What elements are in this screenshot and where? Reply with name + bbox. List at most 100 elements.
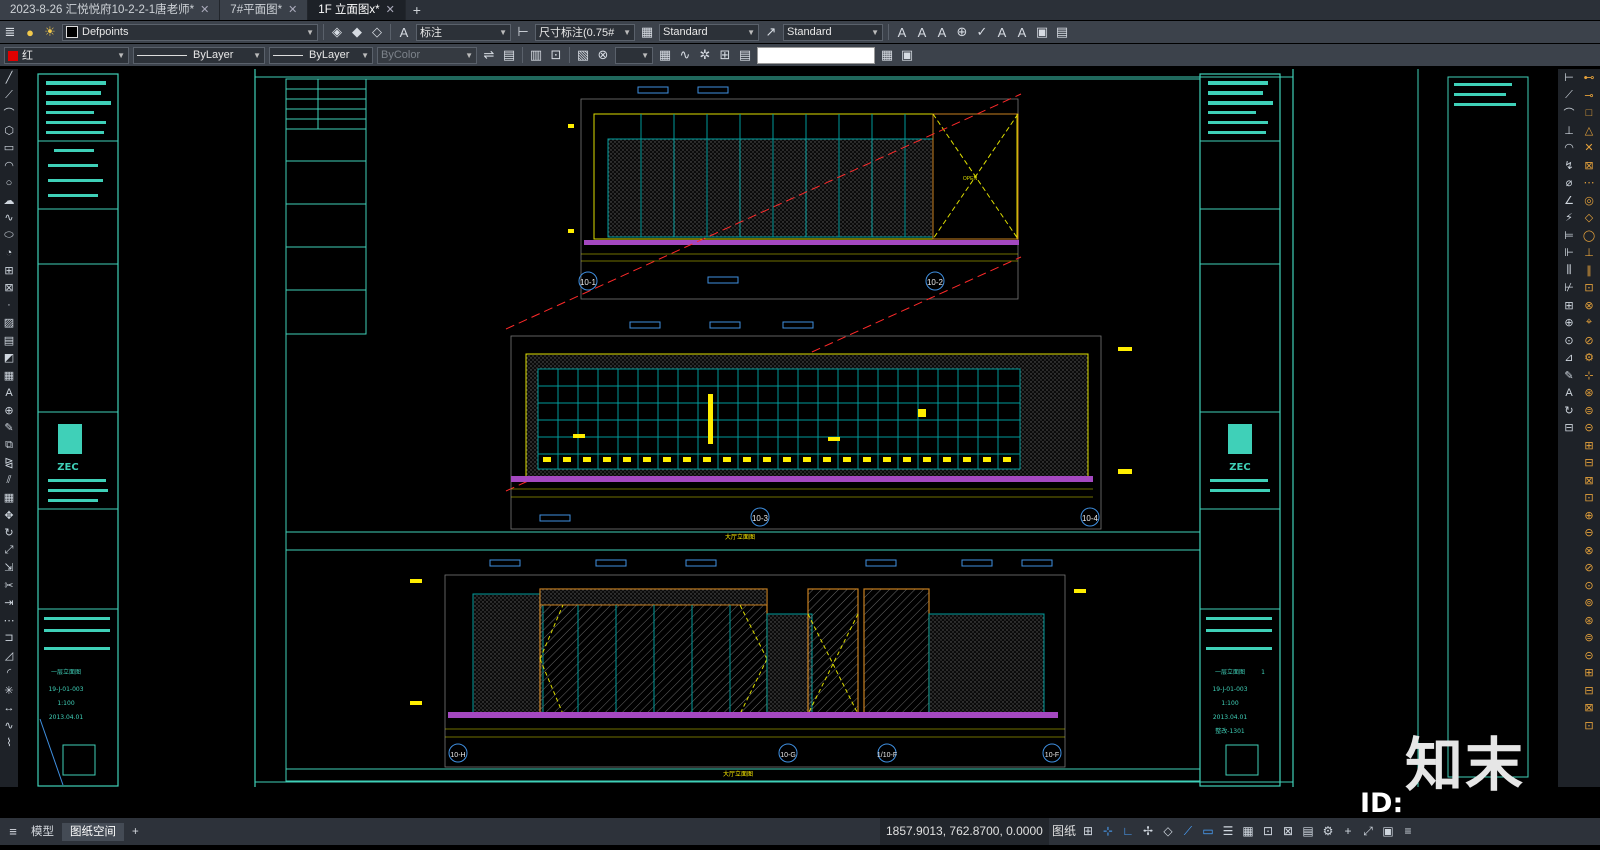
hatch-icon[interactable]: ▨ bbox=[1, 314, 17, 332]
annotation-icon[interactable]: ⊠ bbox=[1280, 822, 1296, 840]
snap-settings-icon[interactable]: ⚙ bbox=[1580, 349, 1598, 367]
center-mark-icon[interactable]: ⊕ bbox=[1560, 314, 1578, 332]
snap-midpoint-icon[interactable]: △ bbox=[1580, 122, 1598, 140]
dim-jogged-icon[interactable]: ↯ bbox=[1560, 157, 1578, 175]
snap-quadrant-icon[interactable]: ◇ bbox=[1580, 209, 1598, 227]
quick-select-icon[interactable]: ▥ bbox=[527, 46, 545, 64]
erase-icon[interactable]: ✎ bbox=[1, 419, 17, 437]
dim-linear-icon[interactable]: ⊢ bbox=[1560, 69, 1578, 87]
table-style-dropdown[interactable]: Standard ▼ bbox=[659, 23, 759, 41]
linetype-dropdown[interactable]: ByLayer ▼ bbox=[133, 46, 265, 64]
snap-toggle-icon[interactable]: ⊹ bbox=[1100, 822, 1116, 840]
block-icon[interactable]: ▧ bbox=[574, 46, 592, 64]
grid-toggle-icon[interactable]: ⊞ bbox=[1080, 822, 1096, 840]
small-dropdown[interactable]: ▼ bbox=[615, 46, 653, 64]
snap-extra7-icon[interactable]: ⊖ bbox=[1580, 524, 1598, 542]
curve-icon[interactable]: ∿ bbox=[676, 46, 694, 64]
make-block-icon[interactable]: ⊠ bbox=[1, 279, 17, 297]
dim-space-icon[interactable]: ⫼ bbox=[1560, 262, 1578, 280]
layer-match-icon[interactable]: ◆ bbox=[348, 23, 366, 41]
snap-extra17-icon[interactable]: ⊠ bbox=[1580, 699, 1598, 717]
text-scale-icon[interactable]: A bbox=[993, 23, 1011, 41]
lineweight-toggle-icon[interactable]: ☰ bbox=[1220, 822, 1236, 840]
scale-icon[interactable]: ⤢ bbox=[1, 542, 17, 560]
edit-spline-icon[interactable]: ∿ bbox=[1, 717, 17, 735]
snap-center-icon[interactable]: ◎ bbox=[1580, 192, 1598, 210]
command-input[interactable] bbox=[757, 46, 875, 64]
circle-icon[interactable]: ○ bbox=[1, 174, 17, 192]
rotate-icon[interactable]: ↻ bbox=[1, 524, 17, 542]
dim-style-dropdown[interactable]: 尺寸标注(0.75# ▼ bbox=[535, 23, 635, 41]
layer-tool-icon[interactable]: ◈ bbox=[328, 23, 346, 41]
snap-extra4-icon[interactable]: ⊠ bbox=[1580, 472, 1598, 490]
dim-style-icon[interactable]: ⊢ bbox=[514, 23, 532, 41]
match-prop-icon[interactable]: ⇌ bbox=[480, 46, 498, 64]
snap-extension-icon[interactable]: ⋯ bbox=[1580, 174, 1598, 192]
layer-dropdown[interactable]: Defpoints ▼ bbox=[62, 23, 318, 41]
layer-previous-icon[interactable]: ◇ bbox=[368, 23, 386, 41]
snap-extra-icon[interactable]: ⊝ bbox=[1580, 419, 1598, 437]
inspect-icon[interactable]: ⊙ bbox=[1560, 332, 1578, 350]
zoom-window-icon[interactable]: ⊡ bbox=[547, 46, 565, 64]
stretch-icon[interactable]: ⇲ bbox=[1, 559, 17, 577]
snap-intersection-icon[interactable]: ✕ bbox=[1580, 139, 1598, 157]
layout-tab-model[interactable]: 模型 bbox=[23, 823, 62, 841]
dim-aligned-icon[interactable]: ⟋ bbox=[1560, 87, 1578, 105]
spell-check-icon[interactable]: ✓ bbox=[973, 23, 991, 41]
join-icon[interactable]: ⊐ bbox=[1, 629, 17, 647]
snap-endpoint-icon[interactable]: □ bbox=[1580, 104, 1598, 122]
point-icon[interactable]: · bbox=[1, 297, 17, 315]
snap-perpendicular-icon[interactable]: ⊥ bbox=[1580, 244, 1598, 262]
fullscreen-icon[interactable]: ⤢ bbox=[1360, 822, 1376, 840]
multileader-style-icon[interactable]: ↗ bbox=[762, 23, 780, 41]
layer-manager-icon[interactable]: ≣ bbox=[1, 23, 19, 41]
snap-node-icon[interactable]: ⊗ bbox=[1580, 297, 1598, 315]
snap-geo-icon[interactable]: ⊛ bbox=[1580, 384, 1598, 402]
snap-extra10-icon[interactable]: ⊙ bbox=[1580, 577, 1598, 595]
snap-extra13-icon[interactable]: ⊜ bbox=[1580, 629, 1598, 647]
dim-ordinate-icon[interactable]: ⊥ bbox=[1560, 122, 1578, 140]
snap-icon[interactable]: ✲ bbox=[696, 46, 714, 64]
lineweight-dropdown[interactable]: ByLayer ▼ bbox=[269, 46, 373, 64]
array-icon[interactable]: ▦ bbox=[1, 489, 17, 507]
find-icon[interactable]: ⊕ bbox=[953, 23, 971, 41]
dim-continue-icon[interactable]: ⊩ bbox=[1560, 244, 1578, 262]
snap-extra9-icon[interactable]: ⊘ bbox=[1580, 559, 1598, 577]
mtext-icon[interactable]: A bbox=[1, 384, 17, 402]
explode-icon[interactable]: ✳ bbox=[1, 682, 17, 700]
snap-extra2-icon[interactable]: ⊞ bbox=[1580, 437, 1598, 455]
gradient-icon[interactable]: ▤ bbox=[1, 332, 17, 350]
edit-polyline-icon[interactable]: ⌇ bbox=[1, 734, 17, 752]
break-icon[interactable]: ⋯ bbox=[1, 612, 17, 630]
text-convert-icon[interactable]: ▤ bbox=[1053, 23, 1071, 41]
dyn-toggle-icon[interactable]: ▭ bbox=[1200, 822, 1216, 840]
spline-icon[interactable]: ∿ bbox=[1, 209, 17, 227]
text-style-icon[interactable]: A bbox=[395, 23, 413, 41]
table-icon[interactable]: ▦ bbox=[1, 367, 17, 385]
snap-extra15-icon[interactable]: ⊞ bbox=[1580, 664, 1598, 682]
arc-icon[interactable]: ◠ bbox=[1, 157, 17, 175]
add-selected-icon[interactable]: ⊕ bbox=[1, 402, 17, 420]
snap-extra18-icon[interactable]: ⊡ bbox=[1580, 717, 1598, 735]
snap-extra11-icon[interactable]: ⊚ bbox=[1580, 594, 1598, 612]
plus-icon[interactable]: + bbox=[1340, 822, 1356, 840]
polar-toggle-icon[interactable]: ✢ bbox=[1140, 822, 1156, 840]
snap-extra14-icon[interactable]: ⊝ bbox=[1580, 647, 1598, 665]
rectangle-icon[interactable]: ▭ bbox=[1, 139, 17, 157]
tile-icon[interactable]: ▦ bbox=[878, 46, 896, 64]
dim-style-mgr-icon[interactable]: ⊟ bbox=[1560, 419, 1578, 437]
dim-diameter-icon[interactable]: ⌀ bbox=[1560, 174, 1578, 192]
snap-insert-icon[interactable]: ⊡ bbox=[1580, 279, 1598, 297]
snap-none-icon[interactable]: ⊘ bbox=[1580, 332, 1598, 350]
chamfer-icon[interactable]: ◿ bbox=[1, 647, 17, 665]
close-icon[interactable]: ✕ bbox=[200, 0, 209, 20]
dim-baseline-icon[interactable]: ⊨ bbox=[1560, 227, 1578, 245]
file-tab-2[interactable]: 7#平面图* ✕ bbox=[220, 0, 309, 20]
customize-icon[interactable]: ≡ bbox=[1400, 822, 1416, 840]
snap-from-icon[interactable]: ⊸ bbox=[1580, 87, 1598, 105]
snap-track-icon[interactable]: ⊹ bbox=[1580, 367, 1598, 385]
multileader-style-dropdown[interactable]: Standard ▼ bbox=[783, 23, 883, 41]
line-icon[interactable]: ╱ bbox=[1, 69, 17, 87]
menu-icon[interactable]: ≡ bbox=[4, 823, 22, 841]
layout-tab-paper[interactable]: 图纸空间 bbox=[62, 822, 124, 841]
